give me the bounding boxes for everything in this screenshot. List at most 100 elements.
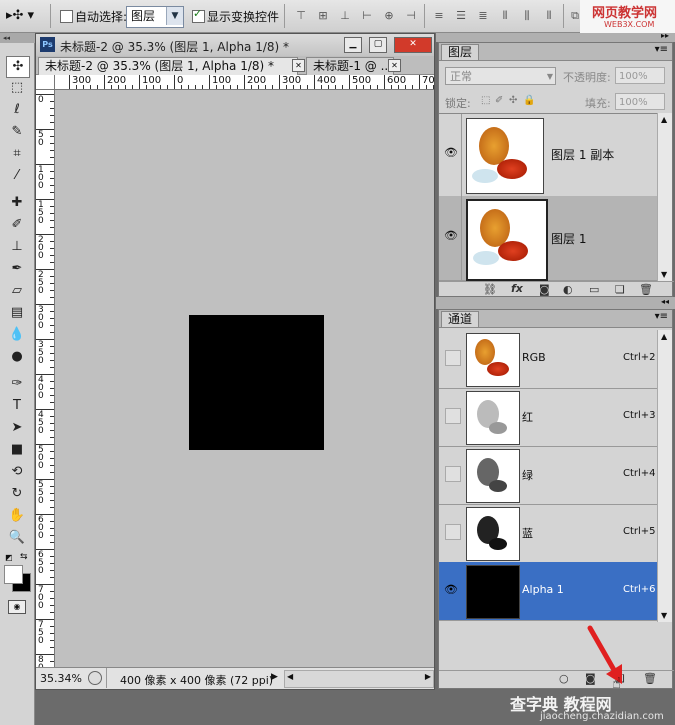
channel-row[interactable]: 绿 Ctrl+4 xyxy=(439,446,659,505)
fx-icon[interactable]: fx xyxy=(511,282,523,295)
tools-collapse-icon[interactable]: ◂◂ xyxy=(0,33,37,43)
minimize-button[interactable]: ▁ xyxy=(344,37,362,53)
visibility-toggle[interactable] xyxy=(445,408,461,424)
layer-row[interactable]: 👁 图层 1 副本 xyxy=(439,114,657,197)
layer-row[interactable]: 👁 图层 1 xyxy=(439,196,657,281)
trash-icon[interactable]: 🗑 xyxy=(643,672,657,685)
clone-stamp-tool-icon[interactable]: ⊥ xyxy=(6,237,28,257)
visibility-toggle[interactable] xyxy=(445,350,461,366)
type-tool-icon[interactable]: T xyxy=(6,396,28,416)
align-right-icon[interactable]: ⊣ xyxy=(404,9,418,23)
new-layer-icon[interactable]: ❏ xyxy=(615,283,625,296)
ruler-origin[interactable] xyxy=(36,75,55,90)
collapse-dock-icon[interactable]: ▸▸ xyxy=(661,31,669,40)
align-top-icon[interactable]: ⊤ xyxy=(294,9,308,23)
scroll-up-icon[interactable]: ▲ xyxy=(661,115,667,124)
fill-input[interactable]: 100% xyxy=(615,93,665,110)
align-hcenter-icon[interactable]: ⊕ xyxy=(382,9,396,23)
scroll-down-icon[interactable]: ▼ xyxy=(661,611,667,620)
channel-row[interactable]: 红 Ctrl+3 xyxy=(439,388,659,447)
canvas-area[interactable] xyxy=(55,90,434,667)
horizontal-ruler[interactable]: 3002001000100200300400500600700 xyxy=(55,75,434,90)
horizontal-scrollbar[interactable]: ◀ ▶ xyxy=(284,670,434,688)
align-left-icon[interactable]: ⊢ xyxy=(360,9,374,23)
channel-row[interactable]: RGB Ctrl+2 xyxy=(439,330,659,389)
tab-close-icon[interactable]: ✕ xyxy=(292,59,305,72)
foreground-color-swatch[interactable] xyxy=(4,565,23,584)
pen-tool-icon[interactable]: ✑ xyxy=(6,374,28,394)
new-group-icon[interactable]: ▭ xyxy=(589,283,599,296)
trash-icon[interactable]: 🗑 xyxy=(639,283,653,296)
lock-position-icon[interactable]: ✣ xyxy=(509,95,517,106)
eraser-tool-icon[interactable]: ▱ xyxy=(6,281,28,301)
gradient-tool-icon[interactable]: ▤ xyxy=(6,303,28,323)
swap-colors-icon[interactable]: ⇆ xyxy=(20,552,28,562)
add-mask-icon[interactable]: ◙ xyxy=(539,283,550,296)
crop-tool-icon[interactable]: ⌗ xyxy=(6,144,28,164)
layers-scrollbar[interactable]: ▲ ▼ xyxy=(657,113,672,281)
scroll-left-icon[interactable]: ◀ xyxy=(287,672,293,681)
marquee-tool-icon[interactable]: ⬚ xyxy=(6,78,28,98)
lock-all-icon[interactable]: 🔒 xyxy=(523,95,535,106)
3d-rotate-tool-icon[interactable]: ⟲ xyxy=(6,462,28,482)
zoom-tool-icon[interactable]: 🔍 xyxy=(6,528,28,548)
link-layers-icon[interactable]: ⛓ xyxy=(483,283,497,296)
lasso-tool-icon[interactable]: ℓ xyxy=(6,100,28,120)
status-menu-arrow-icon[interactable]: ▶ xyxy=(271,672,278,682)
tab-untitled-1[interactable]: 未标题-1 @ ... xyxy=(306,57,394,75)
eye-icon[interactable]: 👁 xyxy=(443,582,459,598)
quick-mask-icon[interactable]: ◉ xyxy=(8,600,26,614)
lock-image-icon[interactable]: ✐ xyxy=(495,95,503,106)
hand-tool-icon[interactable]: ✋ xyxy=(6,506,28,526)
visibility-toggle[interactable] xyxy=(445,524,461,540)
eye-icon[interactable]: 👁 xyxy=(443,145,459,161)
tab-close-icon[interactable]: ✕ xyxy=(388,59,401,72)
dodge-tool-icon[interactable]: ● xyxy=(6,347,28,367)
blend-mode-select[interactable]: 正常 ▼ xyxy=(445,67,556,85)
collapse-dock-icon[interactable]: ◂◂ xyxy=(661,297,669,306)
maximize-button[interactable]: ▢ xyxy=(369,37,387,53)
adjustment-layer-icon[interactable]: ◐ xyxy=(563,283,573,296)
history-brush-tool-icon[interactable]: ✒ xyxy=(6,259,28,279)
quick-selection-tool-icon[interactable]: ✎ xyxy=(6,122,28,142)
distribute-left-icon[interactable]: ⫴ xyxy=(498,9,512,23)
shape-tool-icon[interactable]: ■ xyxy=(6,440,28,460)
lock-transparent-icon[interactable]: ⬚ xyxy=(481,95,490,106)
tab-untitled-2[interactable]: 未标题-2 @ 35.3% (图层 1, Alpha 1/8) * xyxy=(38,57,298,75)
opacity-input[interactable]: 100% xyxy=(615,67,665,84)
scroll-up-icon[interactable]: ▲ xyxy=(661,332,667,341)
eye-icon[interactable]: 👁 xyxy=(443,228,459,244)
distribute-vcenter-icon[interactable]: ☰ xyxy=(454,9,468,23)
move-tool-icon[interactable]: ✣ xyxy=(6,56,30,78)
distribute-bottom-icon[interactable]: ≣ xyxy=(476,9,490,23)
eyedropper-tool-icon[interactable]: ⁄ xyxy=(6,166,28,186)
load-selection-icon[interactable]: ○ xyxy=(559,672,569,685)
zoom-level[interactable]: 35.34% xyxy=(40,672,82,685)
channels-scrollbar[interactable]: ▲ ▼ xyxy=(657,330,672,622)
default-colors-icon[interactable]: ◩ xyxy=(5,553,13,562)
close-button[interactable]: ✕ xyxy=(394,37,432,53)
show-transform-checkbox[interactable] xyxy=(192,7,205,23)
channel-row[interactable]: 👁 Alpha 1 Ctrl+6 xyxy=(439,562,659,621)
tab-channels[interactable]: 通道 xyxy=(441,311,480,327)
move-tool-preset-icon[interactable]: ▸✣ ▾ xyxy=(6,8,34,23)
channel-row[interactable]: 蓝 Ctrl+5 xyxy=(439,504,659,563)
auto-select-dropdown[interactable]: 图层 ▼ xyxy=(126,6,184,28)
document-titlebar[interactable]: Ps 未标题-2 @ 35.3% (图层 1, Alpha 1/8) * ▁ ▢… xyxy=(36,34,434,56)
path-selection-tool-icon[interactable]: ➤ xyxy=(6,418,28,438)
panel-menu-icon[interactable]: ▾≡ xyxy=(655,311,668,322)
auto-select-checkbox[interactable] xyxy=(60,10,73,23)
scroll-down-icon[interactable]: ▼ xyxy=(661,270,667,279)
3d-orbit-tool-icon[interactable]: ↻ xyxy=(6,484,28,504)
scroll-right-icon[interactable]: ▶ xyxy=(425,672,431,681)
preview-icon[interactable] xyxy=(88,671,102,685)
align-vcenter-icon[interactable]: ⊞ xyxy=(316,9,330,23)
distribute-top-icon[interactable]: ≡ xyxy=(432,9,446,23)
healing-brush-tool-icon[interactable]: ✚ xyxy=(6,193,28,213)
distribute-right-icon[interactable]: ⦀ xyxy=(542,9,556,23)
brush-tool-icon[interactable]: ✐ xyxy=(6,215,28,235)
align-bottom-icon[interactable]: ⊥ xyxy=(338,9,352,23)
panel-menu-icon[interactable]: ▾≡ xyxy=(655,44,668,55)
tab-layers[interactable]: 图层 xyxy=(441,44,480,60)
blur-tool-icon[interactable]: 💧 xyxy=(6,325,28,345)
